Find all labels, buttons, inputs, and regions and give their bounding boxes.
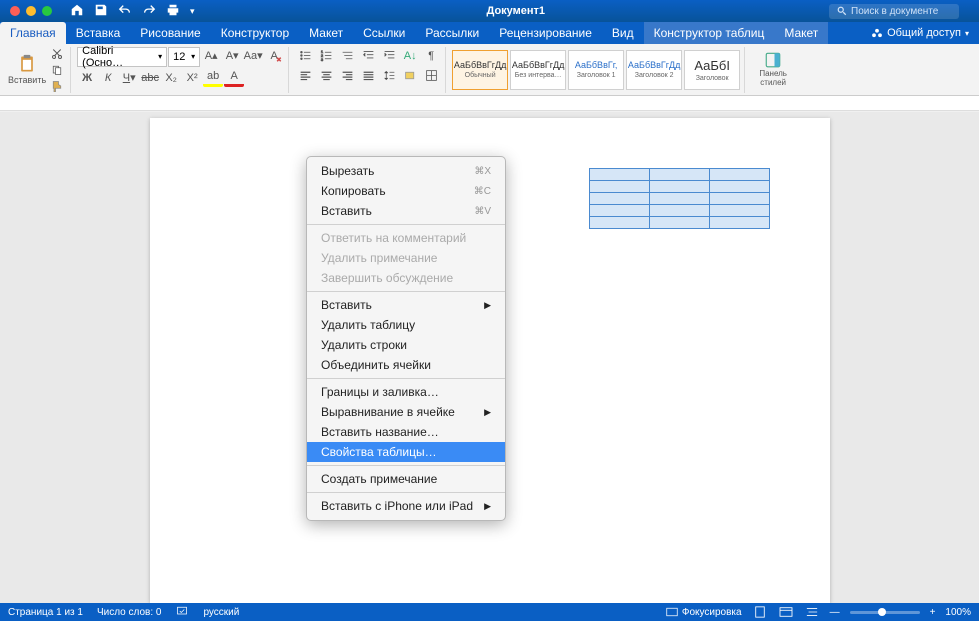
copy-icon[interactable] <box>48 63 66 77</box>
clear-format-icon[interactable]: A✖ <box>264 47 284 65</box>
font-family-dropdown[interactable]: Calibri (Осно…▾ <box>77 47 167 67</box>
search-input[interactable]: Поиск в документе <box>829 4 959 19</box>
ruler[interactable] <box>0 96 979 111</box>
ctx-item-0[interactable]: Вырезать⌘X <box>307 161 505 181</box>
home-icon[interactable] <box>70 3 84 20</box>
cut-icon[interactable] <box>48 47 66 61</box>
qat-customize-icon[interactable]: ▾ <box>190 6 195 17</box>
tab-4[interactable]: Макет <box>299 22 353 44</box>
justify-icon[interactable] <box>358 67 378 85</box>
ctx-item-5: Удалить примечание <box>307 248 505 268</box>
web-layout-icon[interactable] <box>778 606 794 618</box>
ctx-item-13[interactable]: Границы и заливка… <box>307 382 505 402</box>
page-count[interactable]: Страница 1 из 1 <box>8 607 83 618</box>
indent-increase-icon[interactable] <box>379 47 399 65</box>
share-button[interactable]: Общий доступ ▾ <box>871 27 969 39</box>
indent-decrease-icon[interactable] <box>358 47 378 65</box>
ctx-item-10[interactable]: Удалить строки <box>307 335 505 355</box>
language[interactable]: русский <box>203 607 239 618</box>
zoom-slider[interactable] <box>850 611 920 614</box>
superscript-icon[interactable]: X² <box>182 69 202 87</box>
show-marks-icon[interactable]: ¶ <box>421 47 441 65</box>
zoom-in-icon[interactable]: + <box>930 607 936 618</box>
ctx-item-6: Завершить обсуждение <box>307 268 505 288</box>
change-case-icon[interactable]: Aa▾ <box>243 47 263 65</box>
style-3[interactable]: АаБбВвГгДдЗаголовок 2 <box>626 50 682 90</box>
tab-0[interactable]: Главная <box>0 22 66 44</box>
user-icon[interactable] <box>959 5 979 17</box>
word-count[interactable]: Число слов: 0 <box>97 607 161 618</box>
styles-pane-button[interactable]: Панель стилей <box>753 51 793 88</box>
subscript-icon[interactable]: X₂ <box>161 69 181 87</box>
line-spacing-icon[interactable] <box>379 67 399 85</box>
align-left-icon[interactable] <box>295 67 315 85</box>
ctx-item-1[interactable]: Копировать⌘C <box>307 181 505 201</box>
increase-font-icon[interactable]: A▴ <box>201 47 221 65</box>
undo-icon[interactable] <box>118 3 132 20</box>
ctx-item-15[interactable]: Вставить название… <box>307 422 505 442</box>
outline-icon[interactable] <box>804 606 820 618</box>
ctx-item-20[interactable]: Вставить с iPhone или iPad▶ <box>307 496 505 516</box>
styles-gallery[interactable]: АаБбВвГгДдОбычныйАаБбВвГгДдБез интерва…А… <box>448 47 745 93</box>
bold-icon[interactable]: Ж <box>77 69 97 87</box>
tab-8[interactable]: Вид <box>602 22 644 44</box>
window-maximize-button[interactable] <box>42 6 52 16</box>
font-color-icon[interactable]: A <box>224 69 244 87</box>
align-center-icon[interactable] <box>316 67 336 85</box>
tab-7[interactable]: Рецензирование <box>489 22 602 44</box>
spellcheck-icon[interactable] <box>175 605 189 620</box>
ctx-item-16[interactable]: Свойства таблицы… <box>307 442 505 462</box>
print-layout-icon[interactable] <box>752 606 768 618</box>
align-right-icon[interactable] <box>337 67 357 85</box>
style-1[interactable]: АаБбВвГгДдБез интерва… <box>510 50 566 90</box>
tab-3[interactable]: Конструктор <box>211 22 299 44</box>
font-size-dropdown[interactable]: 12▾ <box>168 47 200 67</box>
style-4[interactable]: АаБбIЗаголовок <box>684 50 740 90</box>
tab-5[interactable]: Ссылки <box>353 22 415 44</box>
shading-icon[interactable] <box>400 67 420 85</box>
focus-mode[interactable]: Фокусировка <box>666 607 742 618</box>
ctx-item-4: Ответить на комментарий <box>307 228 505 248</box>
underline-icon[interactable]: Ч▾ <box>119 69 139 87</box>
bullets-icon[interactable] <box>295 47 315 65</box>
ribbon-tabs: ГлавнаяВставкаРисованиеКонструкторМакетС… <box>0 22 979 44</box>
style-0[interactable]: АаБбВвГгДдОбычный <box>452 50 508 90</box>
italic-icon[interactable]: К <box>98 69 118 87</box>
borders-icon[interactable] <box>421 67 441 85</box>
ctx-item-14[interactable]: Выравнивание в ячейке▶ <box>307 402 505 422</box>
decrease-font-icon[interactable]: A▾ <box>222 47 242 65</box>
paste-button[interactable]: Вставить <box>8 54 46 85</box>
save-icon[interactable] <box>94 3 108 20</box>
ctx-item-2[interactable]: Вставить⌘V <box>307 201 505 221</box>
tab-10[interactable]: Макет <box>774 22 828 44</box>
tab-6[interactable]: Рассылки <box>415 22 489 44</box>
strike-icon[interactable]: abc <box>140 69 160 87</box>
zoom-level[interactable]: 100% <box>945 607 971 618</box>
ctx-item-11[interactable]: Объединить ячейки <box>307 355 505 375</box>
tab-2[interactable]: Рисование <box>130 22 210 44</box>
multilevel-icon[interactable] <box>337 47 357 65</box>
context-menu: Вырезать⌘XКопировать⌘CВставить⌘V Ответить… <box>306 156 506 521</box>
zoom-out-icon[interactable]: — <box>830 607 840 618</box>
document-title: Документ1 <box>203 5 829 17</box>
print-icon[interactable] <box>166 3 180 20</box>
window-minimize-button[interactable] <box>26 6 36 16</box>
numbering-icon[interactable]: 123 <box>316 47 336 65</box>
svg-text:3: 3 <box>320 57 323 62</box>
redo-icon[interactable] <box>142 3 156 20</box>
tab-9[interactable]: Конструктор таблиц <box>644 22 775 44</box>
ctx-item-9[interactable]: Удалить таблицу <box>307 315 505 335</box>
format-painter-icon[interactable] <box>48 79 66 93</box>
tab-1[interactable]: Вставка <box>66 22 131 44</box>
style-2[interactable]: АаБбВвГг,Заголовок 1 <box>568 50 624 90</box>
highlight-icon[interactable]: ab <box>203 69 223 87</box>
ctx-item-18[interactable]: Создать примечание <box>307 469 505 489</box>
window-close-button[interactable] <box>10 6 20 16</box>
document-table[interactable] <box>589 168 770 229</box>
ctx-item-8[interactable]: Вставить▶ <box>307 295 505 315</box>
sort-icon[interactable]: A↓ <box>400 47 420 65</box>
